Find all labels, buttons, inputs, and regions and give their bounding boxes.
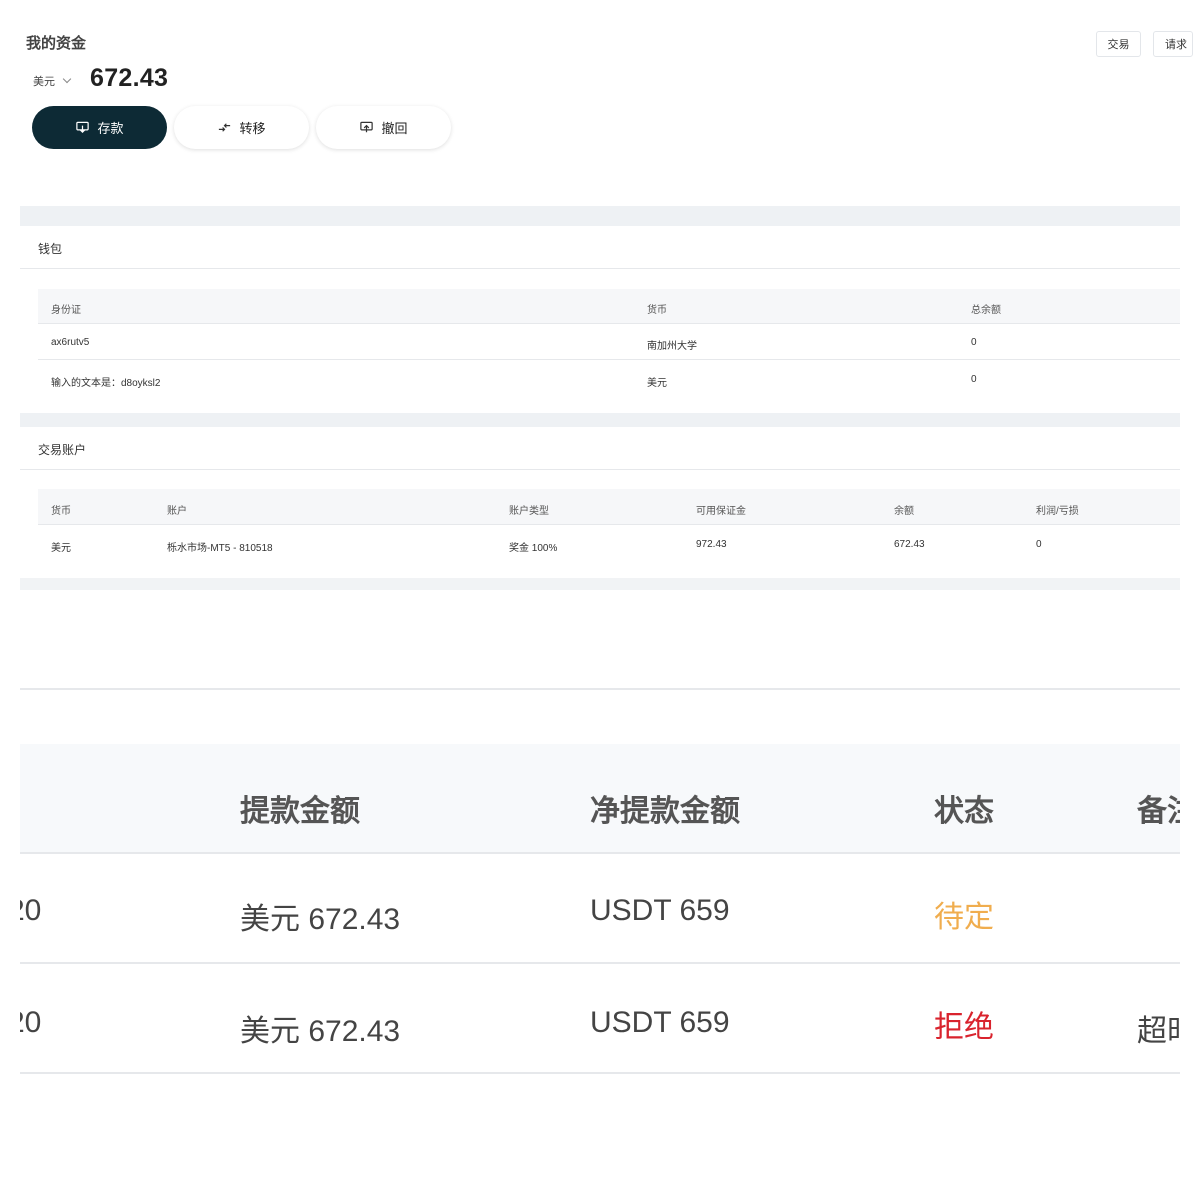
withdrawals-col-net: 净提款金额 <box>590 795 740 828</box>
trading-cell: 0 <box>1036 539 1042 550</box>
transfer-label: 转移 <box>239 121 266 136</box>
trading-col-balance: 余额 <box>894 506 914 517</box>
wallet-title: 钱包 <box>38 242 63 256</box>
trading-col-type: 账户类型 <box>509 506 549 517</box>
section-divider <box>20 578 1180 590</box>
page-title: 我的资金 <box>26 35 87 52</box>
section-divider <box>20 206 1180 226</box>
withdrawal-net-amount: USDT 659 <box>590 894 730 927</box>
trading-col-account: 账户 <box>167 506 187 517</box>
withdraw-label: 撤回 <box>381 121 408 136</box>
withdrawals-table-header: 提款金额 净提款金额 状态 备注 <box>20 744 1180 852</box>
trading-cell: 奖金 100% <box>509 543 558 554</box>
withdrawal-row: 20 美元 672.43 USDT 659 待定 <box>20 854 1180 962</box>
trade-button[interactable]: 交易 <box>1096 31 1141 57</box>
trading-cell-account[interactable]: 栎水市场-MT5 - 810518 <box>167 539 273 554</box>
divider <box>20 1072 1180 1074</box>
wallet-cell: ax6rutv5 <box>51 337 90 348</box>
divider <box>20 469 1180 470</box>
account-balance: 672.43 <box>90 64 169 92</box>
wallet-cell: 南加州大学 <box>647 341 697 352</box>
withdrawals-col-note: 备注 <box>1137 795 1180 828</box>
withdrawal-row: 20 美元 672.43 USDT 659 拒绝 超时 <box>20 964 1180 1072</box>
withdrawal-note: 超时 <box>1137 1015 1180 1048</box>
wallet-col-currency: 货币 <box>647 305 667 316</box>
divider <box>20 688 1180 690</box>
trading-cell: 972.43 <box>696 539 727 550</box>
currency-selector[interactable]: 美元 <box>33 73 72 89</box>
withdrawals-col-status: 状态 <box>934 795 994 828</box>
trading-col-currency: 货币 <box>51 506 71 517</box>
withdrawal-amount: 美元 672.43 <box>240 903 401 936</box>
withdrawal-net-amount: USDT 659 <box>590 1006 730 1039</box>
wallet-cell: 0 <box>971 374 977 385</box>
transfer-icon <box>219 123 231 132</box>
divider <box>38 323 1180 324</box>
withdrawals-col-amount: 提款金额 <box>240 795 360 828</box>
withdraw-icon <box>360 121 374 133</box>
divider <box>38 524 1180 525</box>
request-button[interactable]: 请求 <box>1153 31 1193 57</box>
wallet-col-total: 总余额 <box>971 305 1001 316</box>
status-badge: 待定 <box>934 901 994 934</box>
deposit-button[interactable]: 存款 <box>32 106 167 149</box>
withdraw-button[interactable]: 撤回 <box>316 106 451 149</box>
divider <box>20 268 1180 269</box>
trading-col-margin: 可用保证金 <box>696 506 746 517</box>
deposit-icon <box>76 121 90 134</box>
transfer-button[interactable]: 转移 <box>174 106 309 149</box>
currency-label: 美元 <box>33 76 55 88</box>
wallet-cell: 输入的文本是：d8oyksl2 <box>51 378 161 389</box>
withdrawal-date: 20 <box>20 894 42 927</box>
chevron-down-icon <box>62 74 72 84</box>
divider <box>38 359 1180 360</box>
trading-cell: 美元 <box>51 543 71 554</box>
wallet-cell: 美元 <box>647 378 667 389</box>
trading-col-pnl: 利润/亏损 <box>1036 506 1079 517</box>
withdrawal-amount: 美元 672.43 <box>240 1015 401 1048</box>
wallet-table-header <box>38 289 1180 323</box>
trading-table-header <box>38 489 1180 524</box>
status-badge: 拒绝 <box>934 1011 994 1044</box>
section-divider <box>20 413 1180 427</box>
wallet-cell: 0 <box>971 337 977 348</box>
trading-accounts-title: 交易账户 <box>38 443 87 457</box>
wallet-col-id: 身份证 <box>51 305 81 316</box>
trading-cell: 672.43 <box>894 539 925 550</box>
deposit-label: 存款 <box>97 121 124 136</box>
withdrawal-date: 20 <box>20 1006 42 1039</box>
